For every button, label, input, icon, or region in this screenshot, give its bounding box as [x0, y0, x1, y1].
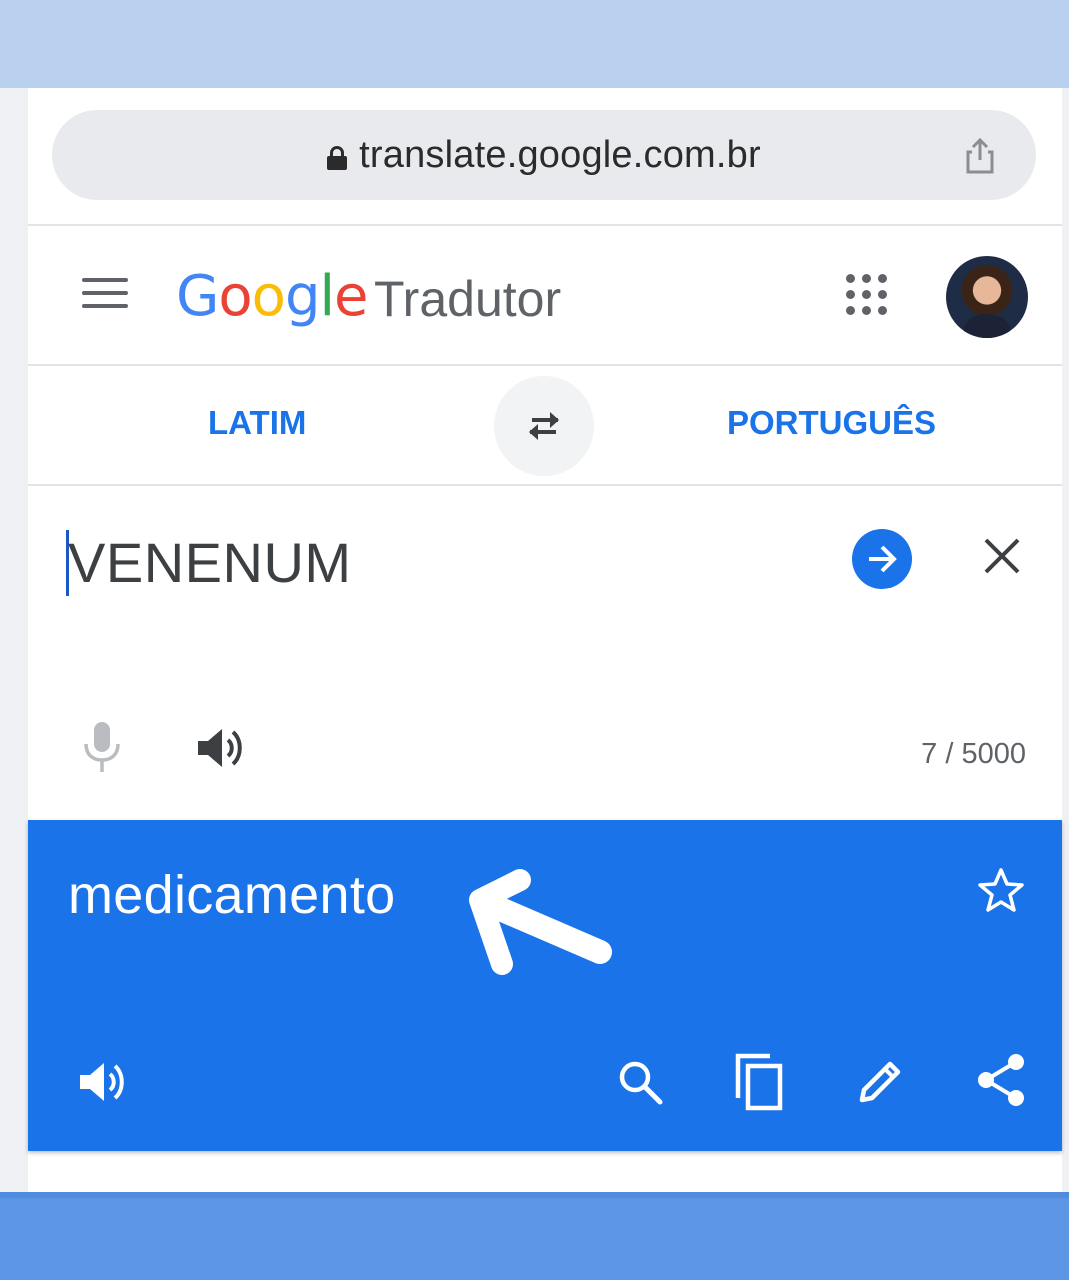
divider — [28, 484, 1062, 486]
copy-icon[interactable] — [732, 1052, 786, 1112]
translate-go-button[interactable] — [852, 529, 912, 589]
apps-grid-icon[interactable] — [846, 274, 888, 316]
url-text: translate.google.com.br — [359, 134, 761, 176]
google-logo: Google — [176, 264, 369, 329]
speaker-icon[interactable] — [78, 1060, 130, 1104]
top-background-band — [0, 0, 1069, 88]
share-icon[interactable] — [974, 1052, 1028, 1108]
swap-languages-button[interactable] — [494, 376, 594, 476]
target-language-button[interactable]: PORTUGUÊS — [727, 404, 936, 442]
address-bar[interactable]: translate.google.com.br — [52, 110, 1036, 200]
pencil-icon[interactable] — [854, 1056, 906, 1108]
translation-result-card: medicamento — [28, 820, 1062, 1151]
url-display[interactable]: translate.google.com.br — [52, 134, 1036, 177]
bottom-background-band — [0, 1192, 1069, 1280]
arrow-right-icon — [869, 545, 897, 573]
product-name: Tradutor — [374, 271, 562, 327]
avatar[interactable] — [946, 256, 1028, 338]
menu-icon[interactable] — [82, 278, 130, 310]
divider — [28, 364, 1062, 366]
source-text-input[interactable]: VENENUM — [68, 530, 352, 595]
hand-drawn-arrow-icon — [469, 869, 612, 975]
share-up-icon[interactable] — [960, 136, 1000, 176]
microphone-icon[interactable] — [80, 720, 124, 774]
divider — [28, 224, 1062, 226]
speaker-icon[interactable] — [196, 726, 248, 770]
phone-screen: translate.google.com.br Google Tradutor … — [28, 88, 1062, 1192]
translation-output: medicamento — [68, 865, 396, 925]
source-language-button[interactable]: LATIM — [208, 404, 306, 442]
character-counter: 7 / 5000 — [921, 738, 1026, 770]
lock-icon — [327, 146, 348, 170]
close-icon[interactable] — [982, 536, 1022, 576]
star-icon[interactable] — [976, 866, 1026, 916]
swap-arrows-icon — [529, 412, 559, 440]
search-icon[interactable] — [616, 1058, 664, 1106]
